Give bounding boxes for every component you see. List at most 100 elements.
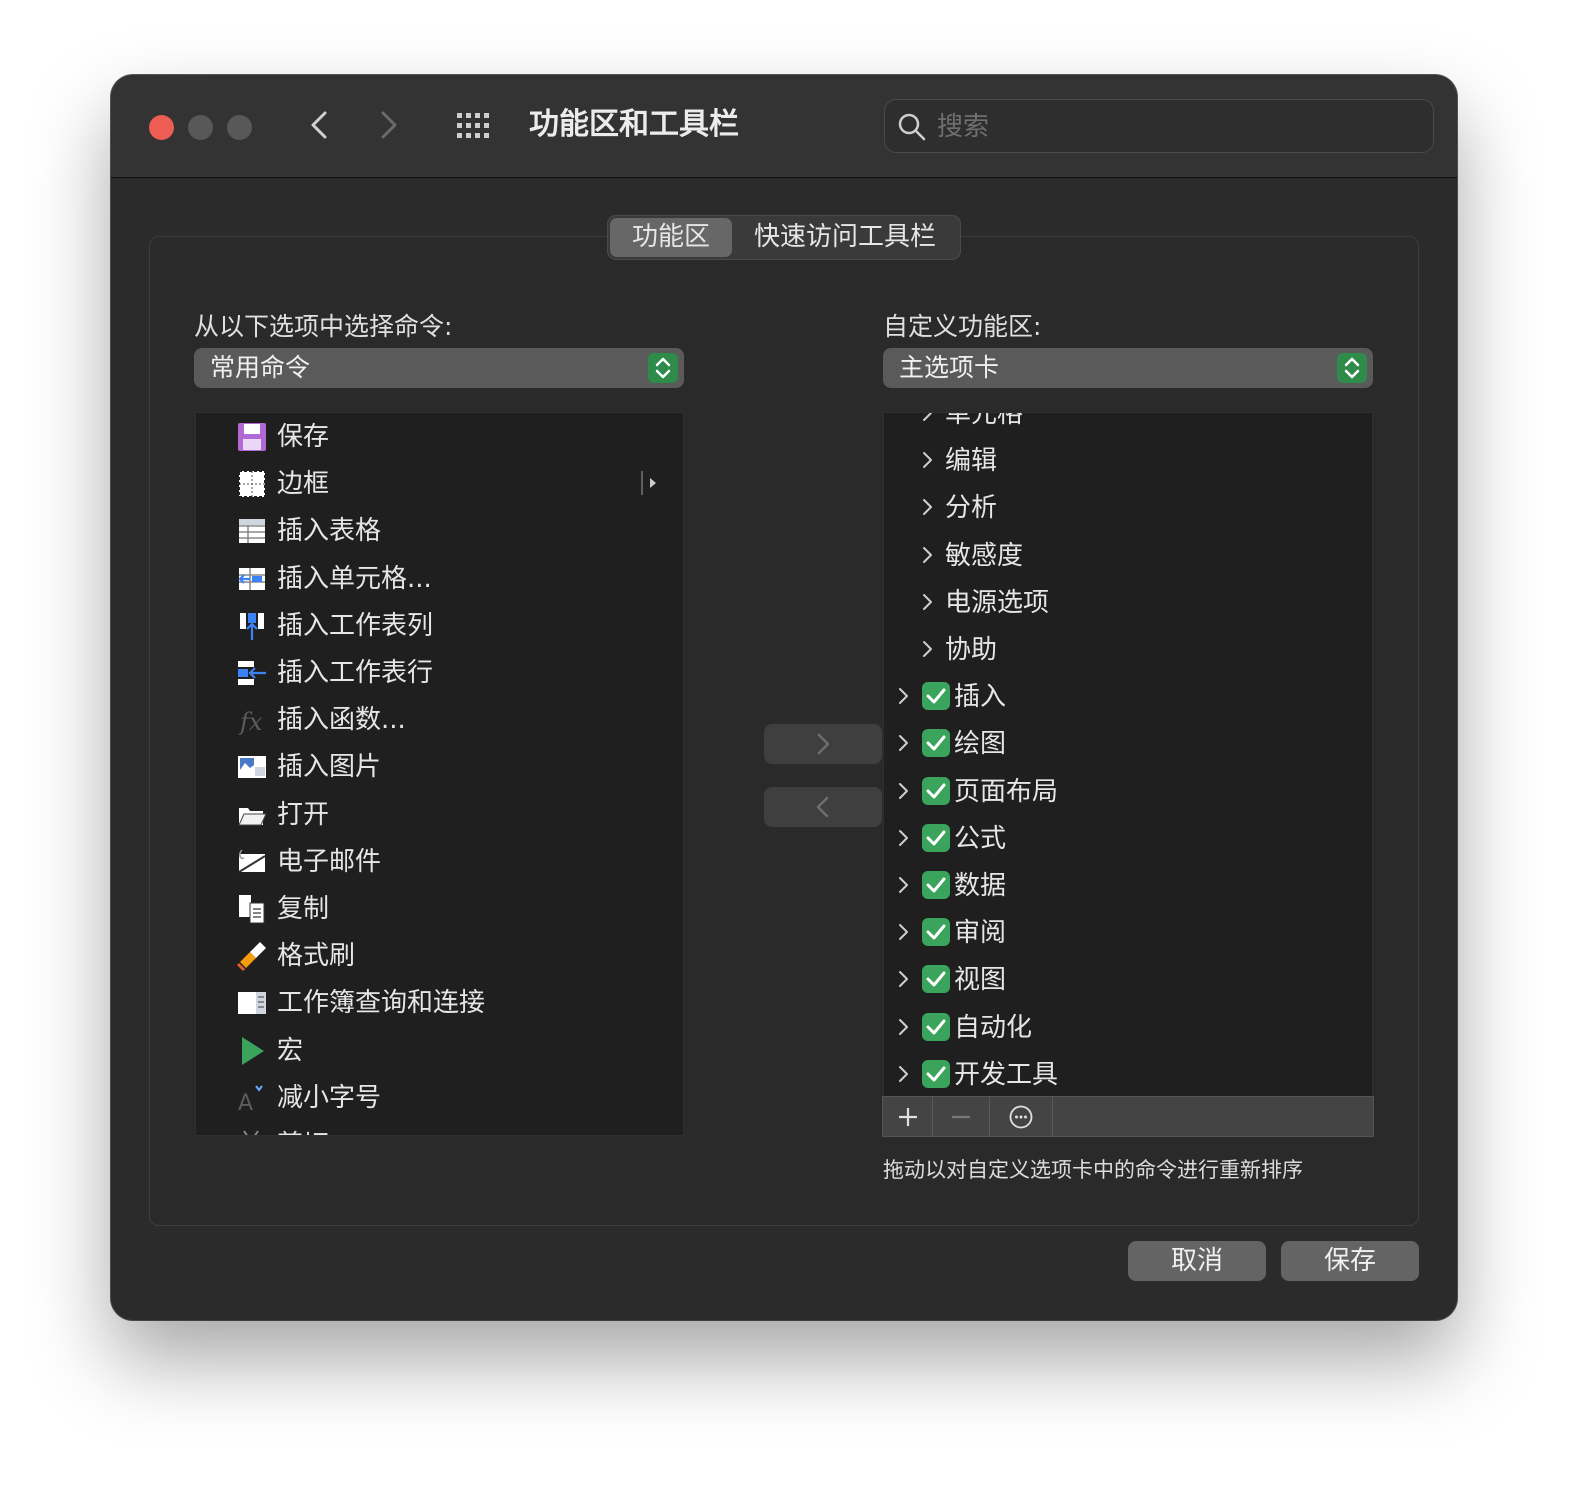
command-item[interactable]: 插入图片 [196,743,683,790]
checkbox-checked[interactable] [922,776,950,805]
ribbon-tree-label: 单元格 [945,412,1024,429]
ribbon-tree-item[interactable]: 绘图 [884,720,1372,767]
select-stepper-icon [648,353,678,383]
command-list[interactable]: 保存边框 插入表格 插入单元格... 插入工作表列插入工作表行 fx 插入函数... 插入图… [195,412,684,1136]
disclosure-chevron-icon[interactable] [896,874,912,896]
insert-sheet-row-icon [238,661,266,685]
command-label: 格式刷 [277,941,356,972]
disclosure-chevron-icon[interactable] [920,638,936,660]
add-command-button[interactable] [764,724,882,764]
ribbon-tree-label: 页面布局 [954,776,1059,807]
ribbon-tabs-select[interactable]: 主选项卡 [883,348,1373,388]
command-item[interactable]: 打开 [196,791,683,838]
add-tab-button[interactable] [883,1097,933,1136]
disclosure-chevron-icon[interactable] [920,544,936,566]
minimize-window-button[interactable] [188,115,213,140]
checkmark-icon [926,830,946,846]
checkbox-checked[interactable] [922,729,950,758]
checkmark-icon [926,924,946,940]
ribbon-tree-item[interactable]: 协助 [884,626,1372,673]
command-label: 复制 [277,894,330,924]
checkbox-checked[interactable] [922,682,950,711]
ribbon-tree-item[interactable]: 开发工具 [884,1051,1372,1097]
forward-button[interactable] [369,103,409,147]
checkbox-checked[interactable] [922,871,950,899]
ribbon-tree-item[interactable]: 审阅 [884,909,1372,956]
disclosure-chevron-icon[interactable] [896,685,912,707]
command-item[interactable]: 格式刷 [196,932,683,979]
command-item[interactable]: 插入单元格... [196,555,683,602]
disclosure-chevron-icon[interactable] [896,1016,912,1038]
checkmark-icon [926,783,946,799]
command-item[interactable]: 复制 [196,885,683,932]
command-item[interactable]: 边框 [196,460,683,507]
disclosure-chevron-icon[interactable] [920,449,936,471]
ribbon-tree-item[interactable]: 电源选项 [884,579,1372,626]
show-all-button[interactable] [455,111,495,141]
disclosure-chevron-icon[interactable] [896,732,912,754]
insert-table-icon [239,519,265,544]
back-button[interactable] [299,103,339,147]
search-box[interactable] [884,99,1434,153]
checkbox-checked[interactable] [922,1059,950,1088]
remove-command-button[interactable] [764,787,882,827]
command-item[interactable]: 剪切 [196,1121,683,1135]
checkmark-icon [926,688,946,704]
cancel-button[interactable]: 取消 [1128,1241,1266,1281]
command-item[interactable]: 电子邮件 [196,838,683,885]
maximize-window-button[interactable] [227,115,252,140]
tab-ribbon[interactable]: 功能区 [610,218,733,257]
decrease-font-size-icon: A [238,1085,263,1114]
disclosure-chevron-icon[interactable] [920,591,936,613]
disclosure-chevron-icon[interactable] [896,827,912,849]
ribbon-tree-item[interactable]: 编辑 [884,437,1372,484]
more-options-button[interactable] [990,1097,1053,1136]
search-input[interactable] [937,108,1417,146]
ribbon-tree-item[interactable]: 敏感度 [884,532,1372,579]
checkbox-checked[interactable] [922,965,950,994]
command-item[interactable]: 保存 [196,413,683,460]
chevron-left-icon [816,796,829,818]
cut-icon [243,1130,259,1135]
disclosure-chevron-icon[interactable] [896,780,912,802]
ribbon-tree-item[interactable]: 视图 [884,956,1372,1003]
command-label: 保存 [277,422,330,452]
disclosure-chevron-icon[interactable] [896,921,912,943]
command-source-select[interactable]: 常用命令 [194,348,684,388]
ribbon-tree[interactable]: 单元格编辑 分析敏感度电源选项 协助 插入 绘图页面布局公式 数据 审阅 视图自动化开发工具 [883,412,1373,1098]
ribbon-tree-item[interactable]: 插入 [884,673,1372,720]
command-item[interactable]: 宏 [196,1027,683,1074]
save-button[interactable]: 保存 [1281,1241,1419,1281]
ribbon-tree-item[interactable]: 单元格 [884,412,1372,437]
ribbon-tree-item[interactable]: 数据 [884,862,1372,909]
command-item[interactable]: 插入表格 [196,507,683,554]
command-item[interactable]: 插入工作表列 [196,602,683,649]
ribbon-tree-label: 自动化 [954,1012,1033,1043]
checkbox-checked[interactable] [922,918,950,947]
ribbon-tree-item[interactable]: 页面布局 [884,768,1372,815]
disclosure-chevron-icon[interactable] [920,412,936,424]
command-item[interactable]: 插入工作表行 [196,649,683,696]
email-icon [238,849,266,873]
command-item[interactable]: A 减小字号 [196,1074,683,1121]
ribbon-tree-item[interactable]: 分析 [884,484,1372,531]
command-label: 插入工作表行 [277,658,434,688]
tab-quick-access-toolbar[interactable]: 快速访问工具栏 [732,218,958,257]
checkmark-icon [926,1066,946,1082]
command-label: 电子邮件 [277,846,382,877]
disclosure-chevron-icon[interactable] [896,968,912,990]
close-window-button[interactable] [149,115,174,140]
remove-tab-button[interactable] [933,1097,990,1136]
svg-text:fx: fx [238,708,263,736]
disclosure-chevron-icon[interactable] [920,496,936,518]
checkbox-checked[interactable] [922,823,950,852]
customize-ribbon-label: 自定义功能区: [883,312,1042,341]
checkbox-checked[interactable] [922,1012,950,1041]
ribbon-tree-item[interactable]: 自动化 [884,1004,1372,1051]
command-item[interactable]: 工作簿查询和连接 [196,979,683,1026]
save-icon [238,423,266,451]
ribbon-tree-item[interactable]: 公式 [884,815,1372,862]
command-item[interactable]: fx 插入函数... [196,696,683,743]
disclosure-chevron-icon[interactable] [896,1063,912,1085]
ribbon-tree-label: 敏感度 [945,540,1024,571]
